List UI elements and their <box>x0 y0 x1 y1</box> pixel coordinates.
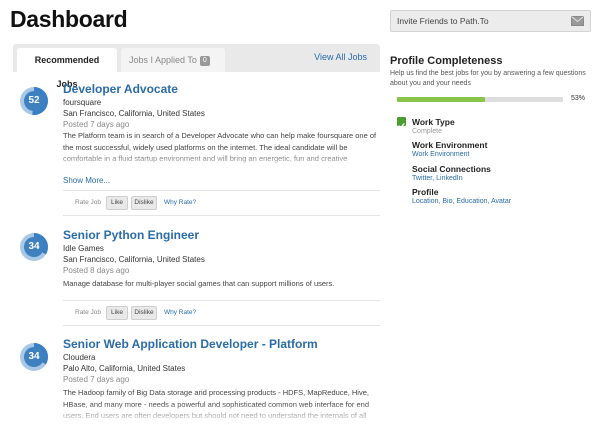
tab-applied-label: Jobs I Applied To <box>129 55 197 65</box>
job-posted-date: Posted 7 days ago <box>63 375 130 384</box>
jobs-tabbar: Recommended Jobs Jobs I Applied To 0 View… <box>13 44 380 89</box>
job-posted-date: Posted 7 days ago <box>63 120 130 129</box>
profile-completeness-title: Profile Completeness <box>390 55 503 67</box>
invite-friends-label: Invite Friends to Path.To <box>397 16 489 26</box>
profile-progress-percent: 53% <box>571 95 586 102</box>
rate-job-row: Rate Job Like Dislike Why Rate? <box>63 190 380 216</box>
profile-item-link[interactable]: Work Environment <box>412 150 487 159</box>
profile-progress-bar <box>397 97 563 102</box>
view-all-jobs-link[interactable]: View All Jobs <box>314 52 367 62</box>
profile-item-work-type: Work Type Complete <box>412 117 455 136</box>
envelope-icon <box>571 16 584 26</box>
job-company: foursquare <box>63 98 102 107</box>
rate-job-label: Rate Job <box>75 199 102 206</box>
why-rate-link[interactable]: Why Rate? <box>164 199 196 206</box>
invite-friends-button[interactable]: Invite Friends to Path.To <box>390 10 591 32</box>
job-item: 52 Developer Advocate foursquare San Fra… <box>13 82 380 222</box>
job-posted-date: Posted 8 days ago <box>63 266 130 275</box>
job-item: 34 Senior Python Engineer Idle Games San… <box>13 228 380 326</box>
match-score-badge: 34 <box>17 340 51 374</box>
profile-item-title: Profile <box>412 187 439 197</box>
job-title-link[interactable]: Senior Python Engineer <box>63 228 199 242</box>
profile-item-title: Social Connections <box>412 164 491 174</box>
profile-item-profile: Profile Location, Bio, Education, Avatar <box>412 187 511 206</box>
applied-count-badge: 0 <box>199 56 210 66</box>
profile-item-title: Work Environment <box>412 140 488 150</box>
description-fade <box>63 150 377 172</box>
profile-item-social-connections: Social Connections Twitter, LinkedIn <box>412 164 491 183</box>
dislike-button[interactable]: Dislike <box>131 306 157 320</box>
job-description: Manage database for multi-player social … <box>63 279 335 288</box>
page-title: Dashboard <box>10 6 128 32</box>
job-title-link[interactable]: Senior Web Application Developer - Platf… <box>63 337 318 351</box>
profile-completeness-subtitle: Help us find the best jobs for you by an… <box>390 70 586 87</box>
match-score: 52 <box>28 95 40 106</box>
profile-item-title: Work Type <box>412 117 455 127</box>
job-item: 34 Senior Web Application Developer - Pl… <box>13 337 380 425</box>
job-company: Cloudera <box>63 353 96 362</box>
match-score: 34 <box>28 241 40 252</box>
checkmark-icon <box>397 117 406 129</box>
profile-progress-fill <box>397 97 485 102</box>
rate-job-label: Rate Job <box>75 309 102 316</box>
tab-recommended-jobs[interactable]: Recommended Jobs <box>17 48 117 89</box>
like-button[interactable]: Like <box>106 196 128 210</box>
profile-item-link[interactable]: Twitter, LinkedIn <box>412 174 491 183</box>
profile-item-status: Complete <box>412 128 442 135</box>
job-company: Idle Games <box>63 244 104 253</box>
job-location: San Francisco, California, United States <box>63 109 205 118</box>
job-location: Palo Alto, California, United States <box>63 364 186 373</box>
match-score: 34 <box>28 351 40 362</box>
like-button[interactable]: Like <box>106 306 128 320</box>
description-fade <box>63 403 377 425</box>
match-score-badge: 34 <box>17 230 51 264</box>
show-more-link[interactable]: Show More... <box>63 176 110 185</box>
rate-job-row: Rate Job Like Dislike Why Rate? <box>63 300 380 326</box>
job-location: San Francisco, California, United States <box>63 255 205 264</box>
dislike-button[interactable]: Dislike <box>131 196 157 210</box>
tab-jobs-applied[interactable]: Jobs I Applied To 0 <box>121 48 225 72</box>
profile-item-link[interactable]: Location, Bio, Education, Avatar <box>412 197 511 206</box>
job-title-link[interactable]: Developer Advocate <box>63 82 178 96</box>
profile-item-work-environment: Work Environment Work Environment <box>412 140 487 159</box>
match-score-badge: 52 <box>17 84 51 118</box>
why-rate-link[interactable]: Why Rate? <box>164 309 196 316</box>
